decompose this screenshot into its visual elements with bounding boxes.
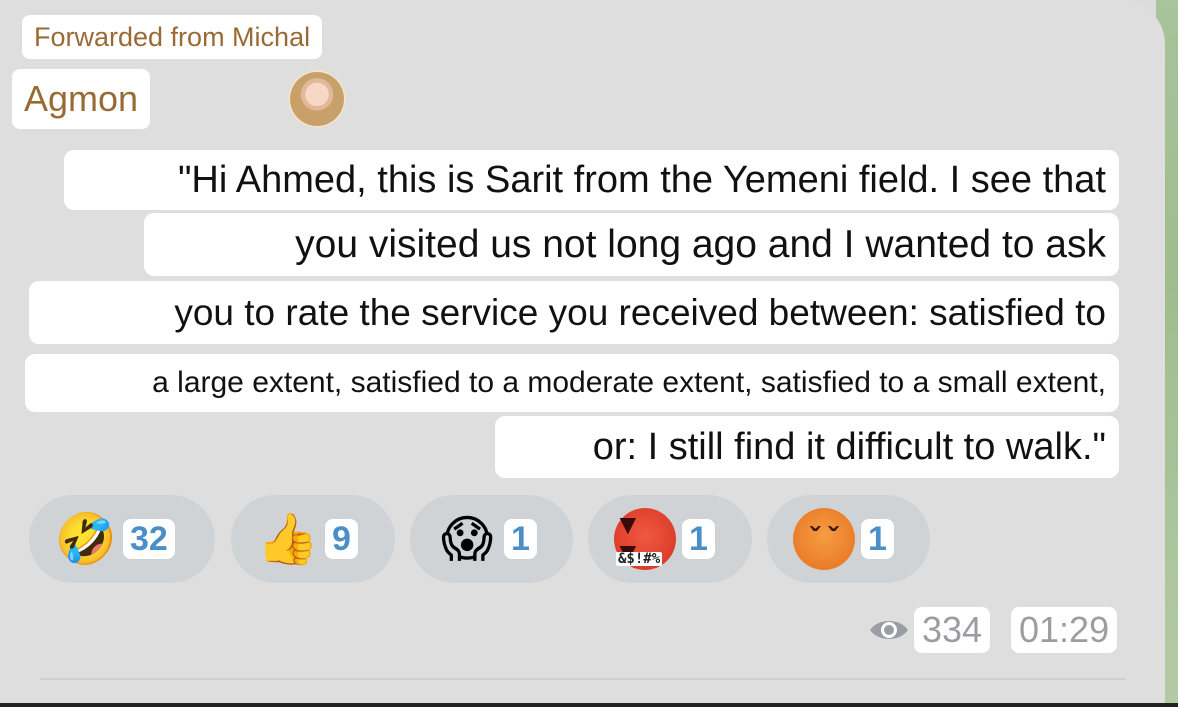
eye-icon	[864, 607, 914, 653]
reaction-angry-face[interactable]: ˇ ˇ 1	[767, 495, 930, 583]
reaction-count: 9	[325, 519, 358, 559]
message-line: or: I still find it difficult to walk."	[495, 416, 1119, 478]
rolling-laughing-icon: 🤣	[54, 511, 118, 567]
angry-face-features: ˇ ˇ	[809, 522, 839, 555]
divider	[40, 678, 1125, 680]
reaction-screaming-face[interactable]: 😱 1	[410, 495, 573, 583]
message-line: a large extent, satisfied to a moderate …	[25, 354, 1119, 412]
screaming-face-icon: 😱	[440, 511, 494, 567]
cursing-badge: &$!#%	[616, 551, 663, 567]
avatar[interactable]	[288, 70, 346, 128]
reaction-thumbs-up[interactable]: 👍 9	[231, 495, 395, 583]
reaction-rolling-laughing[interactable]: 🤣 32	[29, 495, 215, 583]
cursing-face-icon: ▼ ▼ &$!#%	[614, 508, 676, 570]
message-line-text: "Hi Ahmed, this is Sarit from the Yemeni…	[177, 158, 1106, 201]
thumbs-up-icon: 👍	[256, 511, 320, 567]
message-time: 01:29	[1011, 607, 1118, 653]
message-line-text: a large extent, satisfied to a moderate …	[152, 366, 1106, 399]
reaction-count: 1	[861, 519, 894, 559]
angry-face-icon: ˇ ˇ	[793, 508, 855, 570]
reaction-cursing-face[interactable]: ▼ ▼ &$!#% 1	[588, 495, 752, 583]
message-line: "Hi Ahmed, this is Sarit from the Yemeni…	[64, 150, 1119, 210]
message-line-text: you to rate the service you received bet…	[174, 291, 1106, 333]
message-line: you visited us not long ago and I wanted…	[144, 213, 1119, 276]
forwarded-label[interactable]: Forwarded from Michal	[22, 15, 323, 59]
reaction-count: 32	[123, 519, 175, 559]
forwarded-text: Forwarded from Michal	[34, 21, 311, 52]
reaction-count: 1	[504, 519, 537, 559]
message-line-text: you visited us not long ago and I wanted…	[295, 222, 1106, 266]
reaction-count: 1	[682, 519, 715, 559]
bottom-border	[0, 703, 1178, 707]
view-counter: 334	[864, 607, 991, 653]
sender-name-text: Agmon	[24, 78, 139, 119]
message-line: you to rate the service you received bet…	[29, 281, 1119, 344]
view-count: 334	[914, 607, 991, 653]
message-bubble[interactable]: Forwarded from Michal Agmon "Hi Ahmed, t…	[0, 0, 1165, 707]
message-line-text: or: I still find it difficult to walk."	[592, 425, 1106, 468]
sender-name[interactable]: Agmon	[12, 69, 151, 129]
